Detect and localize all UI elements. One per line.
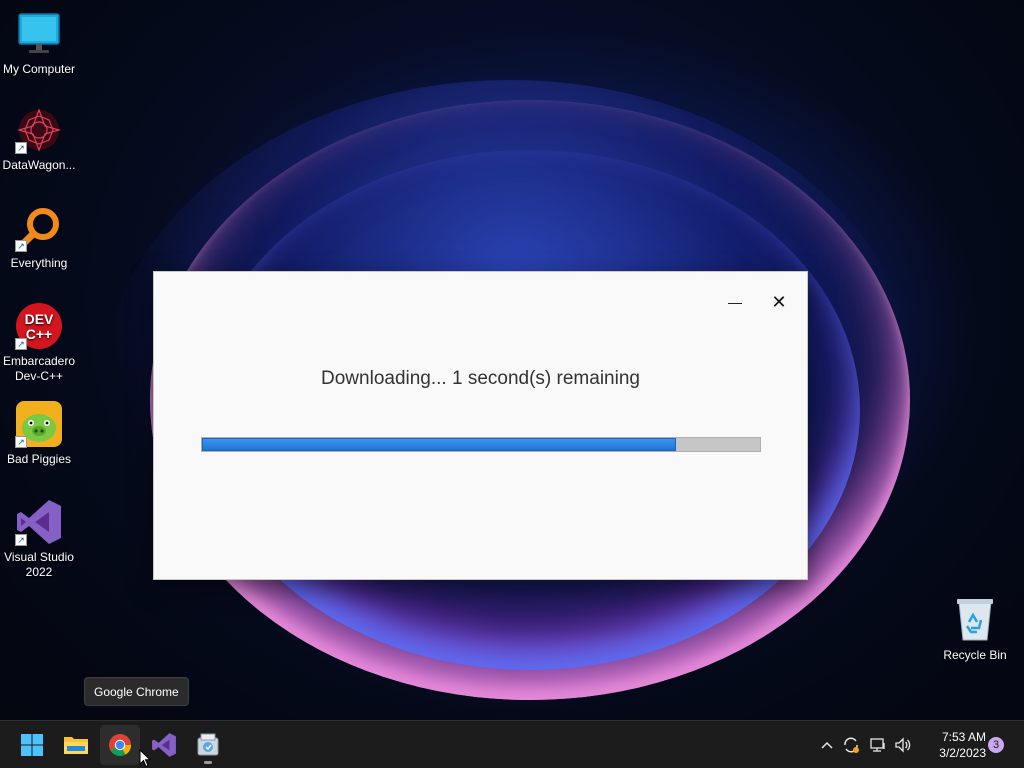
minimize-button[interactable]: — [720,288,750,316]
start-button[interactable] [12,725,52,765]
shortcut-arrow-icon: ↗ [15,240,27,252]
desktop-icon-bad-piggies[interactable]: ↗ Bad Piggies [0,400,78,467]
installer-taskbar-button[interactable] [188,725,228,765]
devcpp-icon: DEV C++ ↗ [15,302,63,350]
shortcut-arrow-icon: ↗ [15,436,27,448]
running-indicator [204,761,212,764]
network-icon [870,738,885,752]
desktop-icon-visual-studio[interactable]: ↗ Visual Studio 2022 [0,498,78,580]
svg-text:DEV: DEV [25,311,54,327]
clock-time: 7:53 AM [941,730,986,744]
desktop-icon-recycle-bin[interactable]: Recycle Bin [936,596,1014,663]
desktop-icon-label: Bad Piggies [6,452,72,466]
chrome-icon [109,734,131,756]
desktop-icon-my-computer[interactable]: My Computer [0,10,78,77]
shortcut-arrow-icon: ↗ [15,338,27,350]
desktop-icon-label: DataWagon... [2,158,76,172]
desktop-icon-devcpp[interactable]: DEV C++ ↗ Embarcadero Dev-C++ [0,302,78,384]
desktop-icon-label: Everything [10,256,68,270]
svg-text:C++: C++ [26,326,52,342]
shortcut-arrow-icon: ↗ [15,534,27,546]
windows-start-icon [21,734,43,756]
datawagon-icon: ↗ [15,106,63,154]
clock-date: 3/2/2023 [939,746,986,760]
mouse-cursor-icon [139,749,151,768]
installer-icon [197,733,219,756]
taskbar-tooltip: Google Chrome [84,677,189,706]
desktop-icon-label: Recycle Bin [943,648,1007,662]
clock[interactable]: 7:53 AM 3/2/2023 [920,729,986,761]
download-dialog: — ✕ Downloading... 1 second(s) remaining [153,271,808,580]
close-button[interactable]: ✕ [764,288,794,316]
chevron-up-icon [820,737,834,753]
everything-search-icon: ↗ [15,204,63,252]
minimize-icon: — [728,294,742,310]
desktop-icon-label: Embarcadero Dev-C++ [2,354,76,383]
desktop-icon-label: Visual Studio 2022 [4,550,74,579]
sync-icon [844,737,859,753]
taskbar: 7:53 AM 3/2/2023 3 [0,720,1024,768]
notification-badge[interactable]: 3 [988,737,1004,753]
volume-icon [895,737,911,753]
visual-studio-icon [152,733,176,757]
show-hidden-icons-button[interactable] [817,735,837,755]
monitor-icon [15,10,63,58]
sync-tray-button[interactable] [841,735,861,755]
file-explorer-button[interactable] [56,725,96,765]
bad-piggies-icon: ↗ [15,400,63,448]
desktop-icon-everything[interactable]: ↗ Everything [0,204,78,271]
desktop-icon-label: My Computer [2,62,76,76]
desktop-icon-datawagon[interactable]: ↗ DataWagon... [0,106,78,173]
volume-tray-button[interactable] [893,735,913,755]
progress-fill [202,438,677,451]
close-icon: ✕ [771,291,787,312]
visual-studio-icon: ↗ [15,498,63,546]
download-progress-bar [201,437,761,452]
network-tray-button[interactable] [868,735,888,755]
folder-icon [64,737,88,754]
download-status-text: Downloading... 1 second(s) remaining [321,368,640,389]
chrome-button[interactable] [100,725,140,765]
shortcut-arrow-icon: ↗ [15,142,27,154]
recycle-bin-icon [951,596,999,644]
desktop: My Computer ↗ DataWagon... ↗ Everything … [0,0,1024,720]
